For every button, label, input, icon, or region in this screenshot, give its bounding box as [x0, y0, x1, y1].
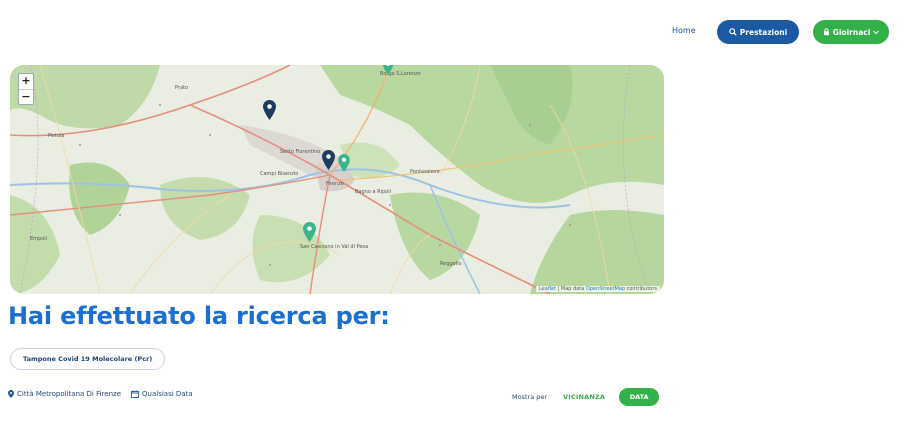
leaflet-link[interactable]: Leaflet [539, 286, 556, 292]
search-tag[interactable]: Tampone Covid 19 Molecolare (Pcr) [10, 348, 166, 370]
location-pin-icon [8, 390, 14, 398]
sort-data-button[interactable]: DATA [619, 388, 660, 406]
search-filters: Città Metropolitana Di Firenze Qualsiasi… [8, 390, 193, 398]
map-label: Pontassieve [410, 169, 440, 175]
map-marker-pin-icon[interactable] [382, 65, 394, 75]
date-filter[interactable]: Qualsiasi Data [131, 390, 193, 398]
map-marker-pin-icon[interactable] [263, 100, 276, 120]
location-filter[interactable]: Città Metropolitana Di Firenze [8, 390, 121, 398]
date-label: Qualsiasi Data [142, 390, 193, 398]
nav-home-link[interactable]: Home [672, 26, 696, 35]
sort-controls: Mostra per VICINANZA DATA [512, 387, 660, 407]
prestazioni-button[interactable]: Prestazioni [717, 20, 799, 44]
map-attribution: Leaflet | Map data OpenStreetMap contrib… [535, 286, 660, 292]
map-label: Sesto Fiorentino [280, 149, 320, 155]
prestazioni-label: Prestazioni [739, 27, 788, 37]
map-label: Reggello [440, 261, 462, 267]
lock-icon [823, 28, 829, 36]
map-labels: Prato Pistoia Firenze Empoli Borgo S.Lor… [30, 71, 462, 267]
calendar-icon [131, 390, 139, 398]
results-map[interactable]: Prato Pistoia Firenze Empoli Borgo S.Lor… [10, 65, 664, 294]
map-marker-pin-icon[interactable] [338, 154, 350, 172]
map-marker-pin-icon[interactable] [303, 222, 316, 242]
map-label: Empoli [30, 236, 47, 242]
chevron-down-icon [873, 30, 880, 34]
map-label: Firenze [326, 181, 344, 187]
map-label: Prato [175, 85, 188, 91]
map-label: Bagno a Ripoli [355, 189, 391, 195]
zoom-out-button[interactable]: − [19, 89, 33, 104]
account-dropdown-button[interactable]: Gioirnaci [813, 20, 889, 44]
sort-label: Mostra per [512, 393, 548, 401]
search-icon [728, 28, 737, 36]
page-title: Hai effettuato la ricerca per: [8, 302, 390, 330]
sort-vicinanza-button[interactable]: VICINANZA [563, 393, 605, 401]
osm-link[interactable]: OpenStreetMap [586, 286, 625, 292]
zoom-in-button[interactable]: + [19, 74, 33, 89]
map-label: Pistoia [48, 133, 64, 139]
attribution-text: | Map data [557, 286, 585, 292]
map-label: San Casciano in Val di Pesa [300, 244, 368, 250]
location-label: Città Metropolitana Di Firenze [17, 390, 122, 398]
map-zoom-control: + − [18, 73, 34, 105]
attribution-contrib: contributors [626, 286, 657, 292]
map-label: Campi Bisenzio [260, 171, 298, 177]
top-nav: Home Prestazioni Gioirnaci [0, 20, 904, 46]
account-label: Gioirnaci [832, 27, 871, 37]
map-marker-pin-icon[interactable] [322, 150, 335, 170]
